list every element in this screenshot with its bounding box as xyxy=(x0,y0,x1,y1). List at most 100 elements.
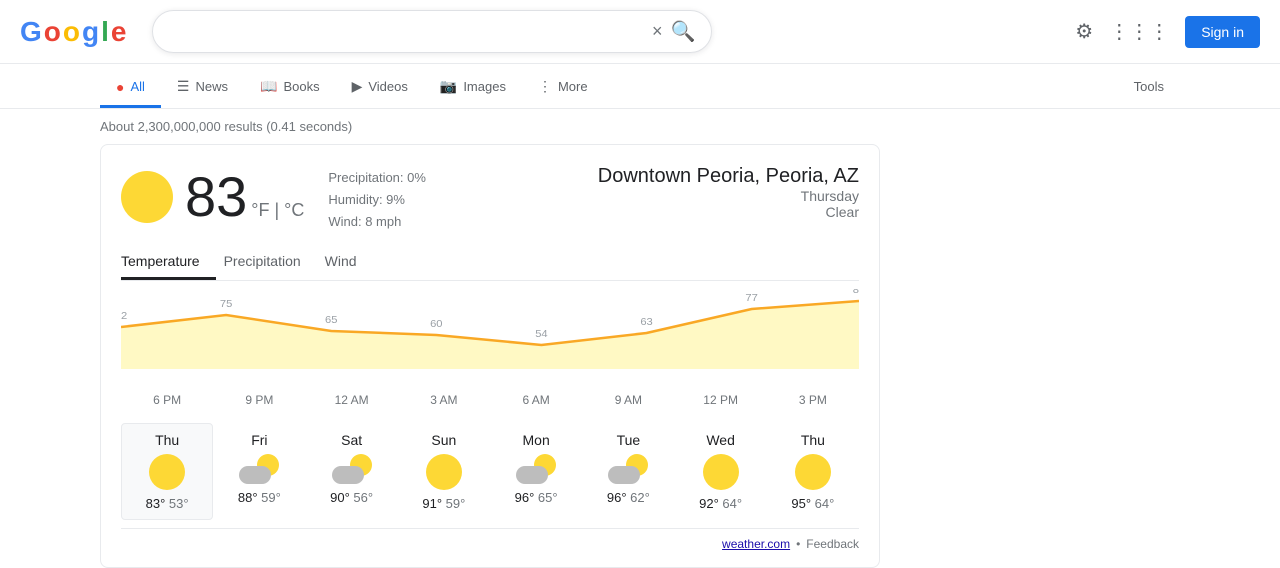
tab-books[interactable]: 📖 Books xyxy=(244,68,336,108)
feedback-link[interactable]: Feedback xyxy=(806,537,859,551)
precipitation-label: Precipitation: 0% xyxy=(328,167,426,189)
forecast-thu2-temps: 95° 64° xyxy=(791,496,834,511)
forecast-tue-name: Tue xyxy=(617,432,641,448)
forecast-thu-name: Thu xyxy=(155,432,179,448)
more-icon: ⋮ xyxy=(538,78,552,95)
chart-tab-wind[interactable]: Wind xyxy=(325,245,373,280)
logo-letter-o2: o xyxy=(63,16,80,48)
weather-details: Precipitation: 0% Humidity: 9% Wind: 8 m… xyxy=(328,161,426,233)
forecast-wed[interactable]: Wed 92° 64° xyxy=(675,423,767,520)
humidity-label: Humidity: 9% xyxy=(328,189,426,211)
weather-location: Downtown Peoria, Peoria, AZ xyxy=(598,165,859,188)
weather-left: 83 °F | °C Precipitation: 0% Humidity: 9… xyxy=(121,161,426,233)
forecast-fri-temps: 88° 59° xyxy=(238,490,281,505)
chart-tab-precipitation[interactable]: Precipitation xyxy=(224,245,317,280)
forecast-wed-icon xyxy=(703,454,739,490)
svg-text:65: 65 xyxy=(325,315,338,326)
all-icon: ● xyxy=(116,79,124,95)
svg-text:82: 82 xyxy=(121,311,127,322)
forecast-thu[interactable]: Thu 83° 53° xyxy=(121,423,213,520)
results-info: About 2,300,000,000 results (0.41 second… xyxy=(0,109,1280,144)
tab-tools-label: Tools xyxy=(1134,79,1164,94)
google-logo: Google xyxy=(20,16,126,48)
news-icon: ☰ xyxy=(177,78,190,95)
svg-text:63: 63 xyxy=(640,317,653,328)
forecast-fri[interactable]: Fri 88° 59° xyxy=(213,423,305,520)
tab-tools[interactable]: Tools xyxy=(1118,69,1180,107)
time-label-6: 12 PM xyxy=(675,393,767,407)
tab-videos-label: Videos xyxy=(368,79,408,94)
forecast-mon-name: Mon xyxy=(523,432,550,448)
logo-letter-e: e xyxy=(111,16,127,48)
chart-tabs: Temperature Precipitation Wind xyxy=(121,245,859,281)
forecast-sun-name: Sun xyxy=(431,432,456,448)
forecast-thu2[interactable]: Thu 95° 64° xyxy=(767,423,859,520)
books-icon: 📖 xyxy=(260,78,277,95)
settings-icon[interactable]: ⚙ xyxy=(1075,19,1093,44)
forecast-mon-temps: 96° 65° xyxy=(515,490,558,505)
forecast-mon-icon xyxy=(516,454,556,484)
forecast-thu-temps: 83° 53° xyxy=(146,496,189,511)
current-temperature: 83 xyxy=(185,169,247,225)
weather-day: Thursday xyxy=(598,188,859,204)
forecast-wed-temps: 92° 64° xyxy=(699,496,742,511)
forecast-thu2-icon xyxy=(795,454,831,490)
footer-separator: • xyxy=(796,537,800,551)
videos-icon: ▶ xyxy=(352,78,363,95)
day-forecast: Thu 83° 53° Fri 88° 59° Sat 90° 56° Sun … xyxy=(121,423,859,520)
forecast-sat-name: Sat xyxy=(341,432,362,448)
tab-all-label: All xyxy=(130,79,144,94)
weather-sun-icon xyxy=(121,171,173,223)
wind-label: Wind: 8 mph xyxy=(328,211,426,233)
time-label-4: 6 AM xyxy=(490,393,582,407)
search-bar: todays temperature × 🔍 xyxy=(152,10,712,53)
forecast-sat-icon xyxy=(332,454,372,484)
apps-icon[interactable]: ⋮⋮⋮ xyxy=(1109,19,1169,44)
temperature-chart: 82 75 65 60 54 63 77 84 xyxy=(121,289,859,389)
forecast-sun-temps: 91° 59° xyxy=(422,496,465,511)
weather-top: 83 °F | °C Precipitation: 0% Humidity: 9… xyxy=(121,161,859,233)
temperature-unit[interactable]: °F | °C xyxy=(251,200,304,221)
time-label-3: 3 AM xyxy=(398,393,490,407)
weather-right: Downtown Peoria, Peoria, AZ Thursday Cle… xyxy=(598,161,859,220)
forecast-thu2-name: Thu xyxy=(801,432,825,448)
forecast-thu-icon xyxy=(149,454,185,490)
search-icon[interactable]: 🔍 xyxy=(671,19,696,44)
forecast-sun-icon xyxy=(426,454,462,490)
logo-letter-o1: o xyxy=(44,16,61,48)
forecast-mon[interactable]: Mon 96° 65° xyxy=(490,423,582,520)
tab-videos[interactable]: ▶ Videos xyxy=(336,68,424,108)
clear-search-button[interactable]: × xyxy=(652,21,663,42)
temperature-display: 83 °F | °C xyxy=(185,169,304,225)
svg-text:77: 77 xyxy=(745,293,758,304)
logo-letter-l: l xyxy=(101,16,109,48)
tab-images[interactable]: 📷 Images xyxy=(424,68,522,108)
forecast-sat[interactable]: Sat 90° 56° xyxy=(306,423,398,520)
forecast-sat-temps: 90° 56° xyxy=(330,490,373,505)
time-label-5: 9 AM xyxy=(582,393,674,407)
tab-books-label: Books xyxy=(283,79,319,94)
tab-more-label: More xyxy=(558,79,588,94)
svg-text:54: 54 xyxy=(535,329,548,340)
forecast-fri-name: Fri xyxy=(251,432,267,448)
chart-tab-temperature[interactable]: Temperature xyxy=(121,245,216,280)
sign-in-button[interactable]: Sign in xyxy=(1185,16,1260,48)
tab-more[interactable]: ⋮ More xyxy=(522,68,604,108)
time-labels: 6 PM 9 PM 12 AM 3 AM 6 AM 9 AM 12 PM 3 P… xyxy=(121,389,859,415)
weather-source-link[interactable]: weather.com xyxy=(722,537,790,551)
tab-all[interactable]: ● All xyxy=(100,69,161,108)
tab-news[interactable]: ☰ News xyxy=(161,68,244,108)
header-right: ⚙ ⋮⋮⋮ Sign in xyxy=(1075,16,1260,48)
time-label-2: 12 AM xyxy=(306,393,398,407)
search-input[interactable]: todays temperature xyxy=(169,23,644,41)
forecast-tue[interactable]: Tue 96° 62° xyxy=(582,423,674,520)
forecast-sun[interactable]: Sun 91° 59° xyxy=(398,423,490,520)
forecast-tue-icon xyxy=(608,454,648,484)
forecast-fri-icon xyxy=(239,454,279,484)
time-label-0: 6 PM xyxy=(121,393,213,407)
tab-news-label: News xyxy=(195,79,228,94)
nav-tabs: ● All ☰ News 📖 Books ▶ Videos 📷 Images ⋮… xyxy=(0,64,1280,109)
tab-images-label: Images xyxy=(463,79,506,94)
results-count: About 2,300,000,000 results (0.41 second… xyxy=(100,119,352,134)
time-label-7: 3 PM xyxy=(767,393,859,407)
